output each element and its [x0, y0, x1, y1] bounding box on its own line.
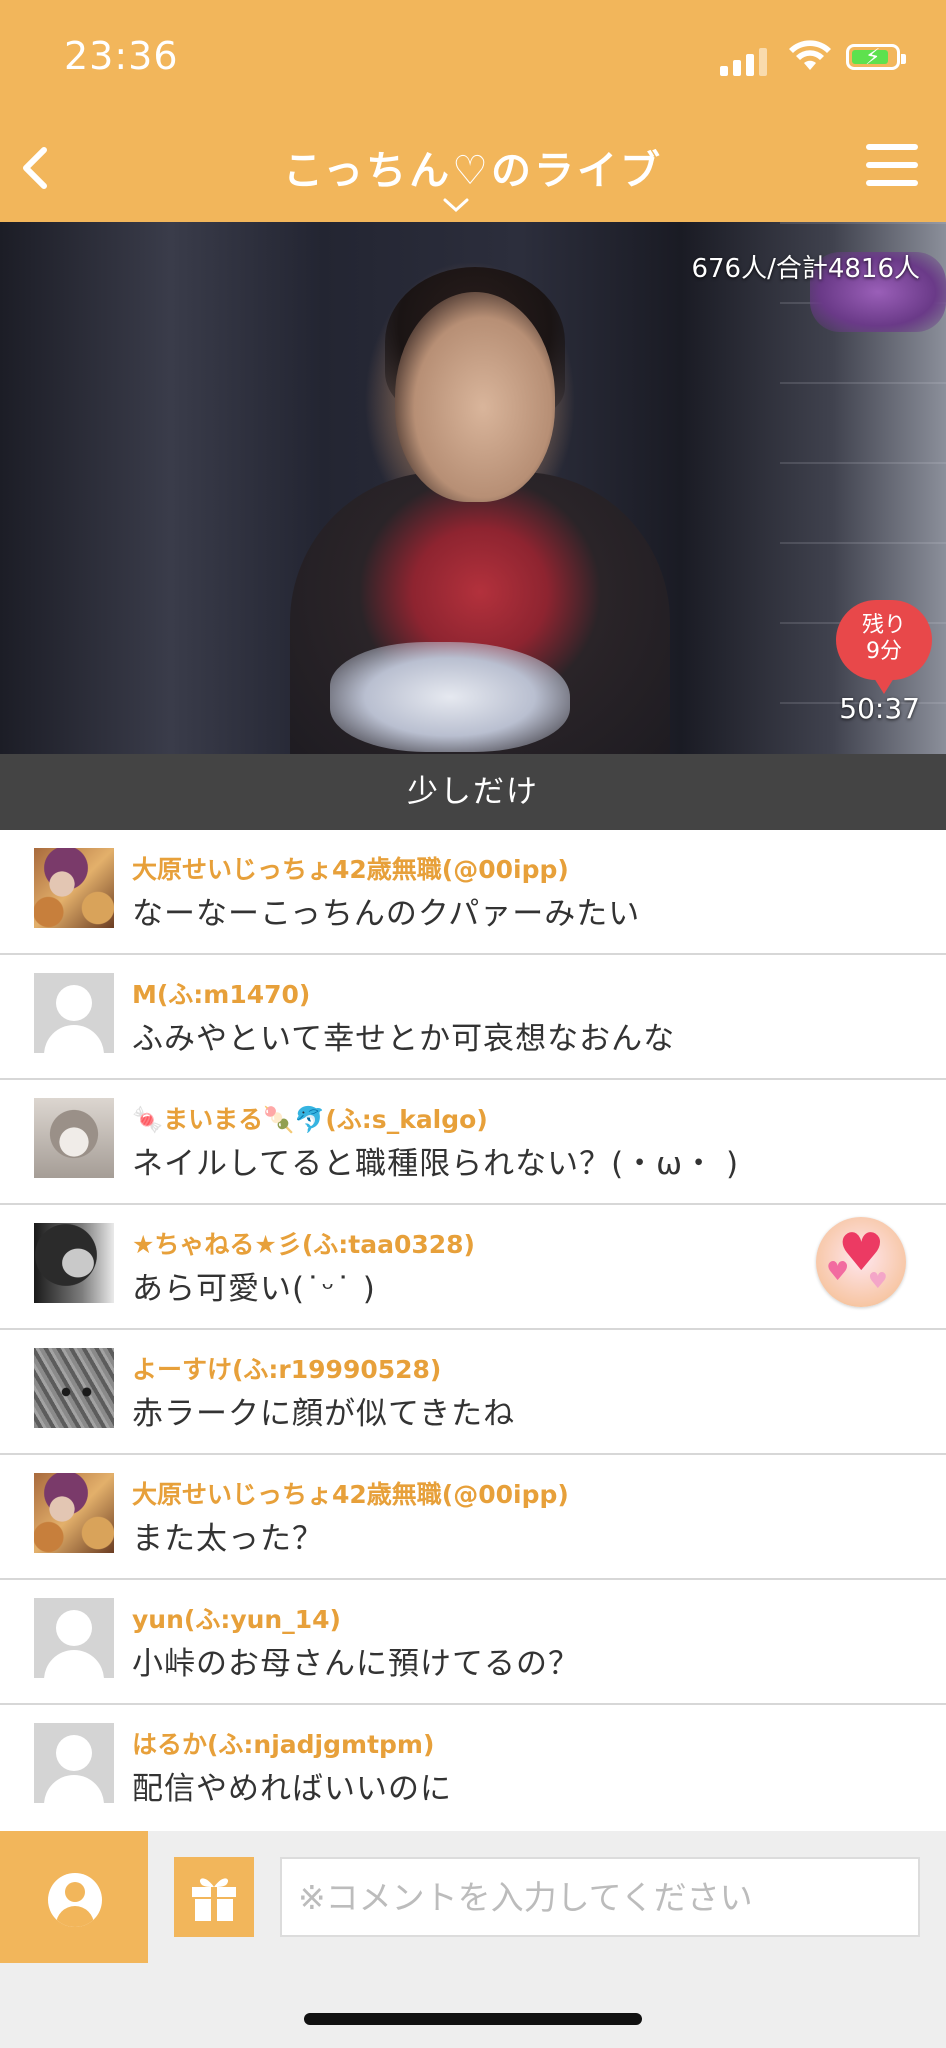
app-header: 23:36 ⚡ こっちん♡のライブ [0, 0, 946, 222]
comment-text: 小峠のお母さんに預けてるの？ [132, 1646, 580, 1682]
comment-row: 🍬まいまる🍡🐬(ふ:s_kalgo) ネイルしてると職種限られない？(・ω・ ) [0, 1080, 946, 1205]
comment-input-bar [0, 1831, 946, 1963]
default-avatar-icon[interactable] [34, 1598, 114, 1678]
comment-author[interactable]: yun(ふ:yun_14) [132, 1600, 341, 1636]
heart-gift-icon: ♥ ♥ ♥ [816, 1217, 906, 1307]
viewer-count: 676人/合計4816人 [691, 254, 920, 284]
comment-row: 大原せいじっちょ42歳無職(@00ipp) また太った？ [0, 1455, 946, 1580]
video-streamer-face [395, 292, 555, 502]
comment-author[interactable]: ★ちゃねる★彡(ふ:taa0328) [132, 1225, 475, 1261]
comment-text: 配信やめればいいのに [132, 1771, 452, 1807]
comment-author[interactable]: よーすけ(ふ:r19990528) [132, 1350, 441, 1386]
avatar[interactable] [34, 1223, 114, 1303]
comment-row: 大原せいじっちょ42歳無職(@00ipp) なーなーこっちんのクパァーみたい [0, 830, 946, 955]
user-icon [48, 1873, 102, 1927]
video-bag [330, 642, 570, 752]
default-avatar-icon[interactable] [34, 1723, 114, 1803]
gift-icon [192, 1878, 236, 1921]
avatar[interactable] [34, 1098, 114, 1178]
status-time: 23:36 [64, 34, 179, 78]
default-avatar-icon[interactable] [34, 973, 114, 1053]
comment-row: はるか(ふ:njadjgmtpm) 配信やめればいいのに [0, 1705, 946, 1830]
comment-text: 赤ラークに顔が似てきたね [132, 1396, 516, 1432]
comment-text: また太った？ [132, 1521, 324, 1557]
comment-author[interactable]: 大原せいじっちょ42歳無職(@00ipp) [132, 1475, 569, 1511]
status-icons: ⚡ [720, 40, 910, 76]
comment-author[interactable]: はるか(ふ:njadjgmtpm) [132, 1725, 434, 1761]
comment-list[interactable]: 大原せいじっちょ42歳無職(@00ipp) なーなーこっちんのクパァーみたい M… [0, 830, 946, 1831]
comment-input[interactable] [280, 1857, 920, 1937]
comment-author[interactable]: M(ふ:m1470) [132, 975, 310, 1011]
comment-text: なーなーこっちんのクパァーみたい [132, 896, 641, 932]
back-chevron-icon[interactable] [8, 140, 64, 196]
comment-row: よーすけ(ふ:r19990528) 赤ラークに顔が似てきたね [0, 1330, 946, 1455]
home-indicator[interactable] [304, 2013, 642, 2025]
menu-icon[interactable] [866, 144, 918, 186]
comment-row: yun(ふ:yun_14) 小峠のお母さんに預けてるの？ [0, 1580, 946, 1705]
stream-timer: 50:37 [839, 692, 920, 725]
title-dropdown[interactable]: こっちん♡のライブ [180, 138, 766, 213]
comment-author[interactable]: 大原せいじっちょ42歳無職(@00ipp) [132, 850, 569, 886]
signal-icon [720, 46, 772, 76]
live-title-bar: 少しだけ [0, 754, 946, 830]
comment-text: ふみやといて幸せとか可哀想なおんな [132, 1021, 676, 1057]
home-area [0, 1963, 946, 2048]
comment-row: M(ふ:m1470) ふみやといて幸せとか可哀想なおんな [0, 955, 946, 1080]
comment-author[interactable]: 🍬まいまる🍡🐬(ふ:s_kalgo) [132, 1100, 488, 1136]
gift-button[interactable] [174, 1857, 254, 1937]
live-video[interactable]: 676人/合計4816人 残り 9分 50:37 [0, 222, 946, 754]
avatar[interactable] [34, 848, 114, 928]
wifi-icon [789, 40, 831, 70]
comment-row: ★ちゃねる★彡(ふ:taa0328) あら可愛い(˙ᵕ˙ ) ♥ ♥ ♥ [0, 1205, 946, 1330]
remaining-time-badge: 残り 9分 [836, 600, 932, 694]
comment-text: ネイルしてると職種限られない？(・ω・ ) [132, 1146, 740, 1182]
avatar[interactable] [34, 1473, 114, 1553]
avatar[interactable] [34, 1348, 114, 1428]
chevron-down-icon [443, 198, 469, 213]
profile-button[interactable] [0, 1831, 148, 1963]
comment-text: あら可愛い(˙ᵕ˙ ) [132, 1271, 376, 1307]
battery-icon: ⚡ [846, 44, 906, 70]
page-title: こっちん♡のライブ [282, 148, 664, 194]
